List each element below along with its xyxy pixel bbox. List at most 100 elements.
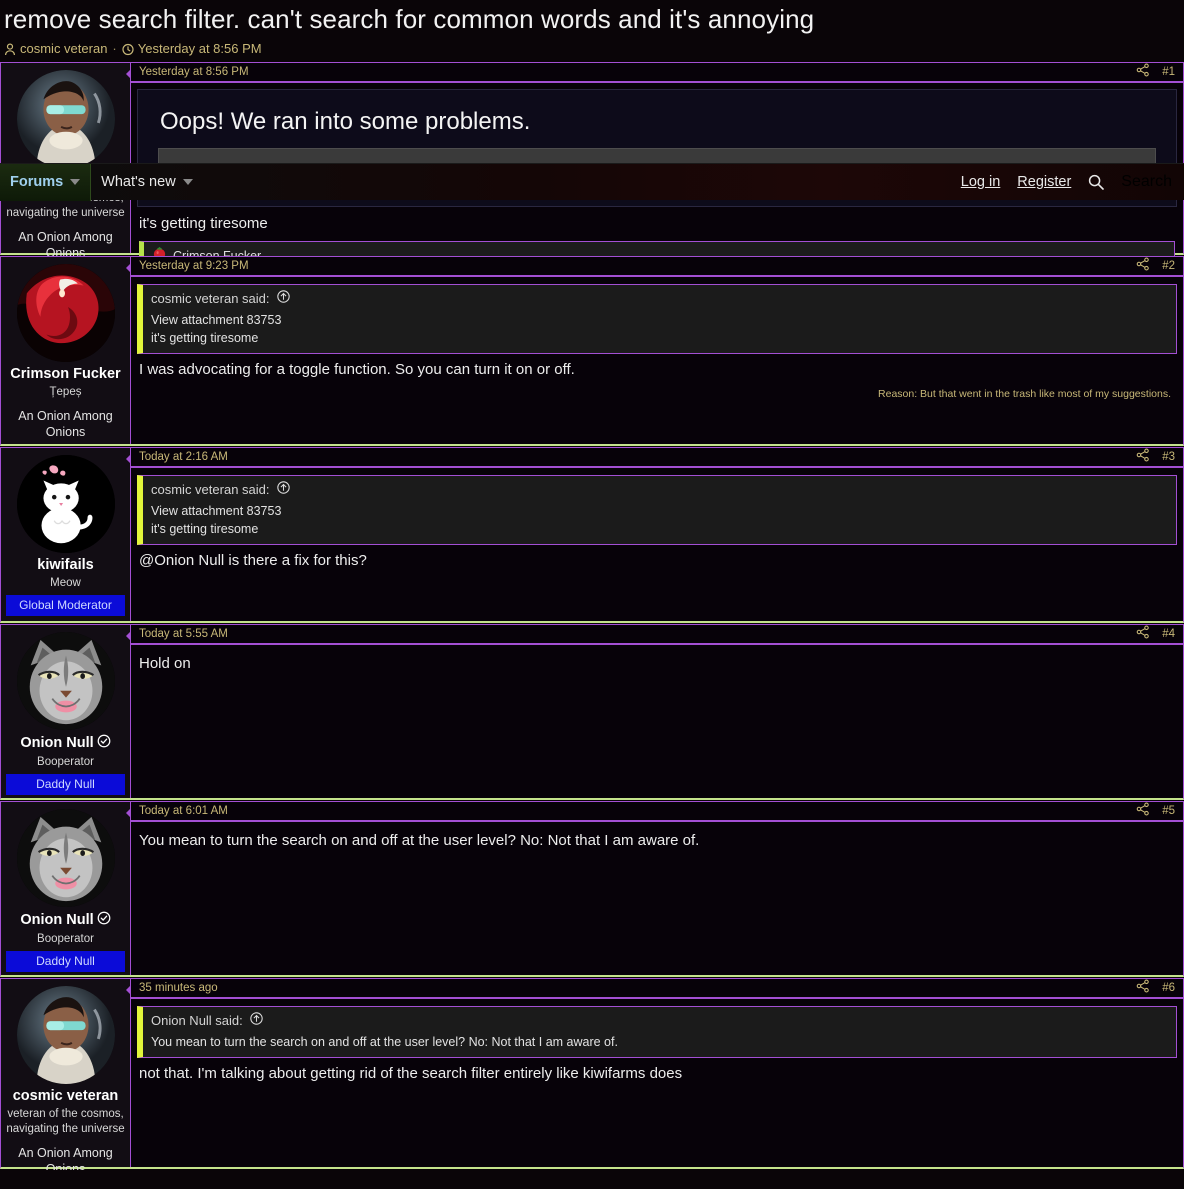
post-author-label: kiwifails: [37, 557, 94, 573]
post-pointer-caret: [126, 69, 131, 79]
avatar[interactable]: [16, 455, 115, 553]
post-body: Onion Null said: You mean to turn the se…: [131, 999, 1183, 1093]
post-text: not that. I'm talking about getting rid …: [139, 1065, 683, 1082]
post-author-title: Meow: [50, 577, 81, 589]
share-icon[interactable]: [1136, 625, 1150, 644]
thread-author[interactable]: cosmic veteran: [20, 40, 107, 58]
post-author-name[interactable]: Crimson Fucker: [5, 366, 126, 383]
post-number[interactable]: #1: [1162, 66, 1175, 78]
avatar[interactable]: [16, 809, 115, 907]
post-user-column: kiwifails Meow Global Moderator: [1, 448, 131, 621]
post-text: @Onion Null is there a fix for this?: [139, 552, 367, 569]
post-author-name[interactable]: cosmic veteran: [5, 1088, 126, 1105]
post-date[interactable]: Yesterday at 8:56 PM: [139, 65, 249, 79]
verified-badge-icon: [97, 911, 111, 930]
post-date[interactable]: Today at 5:55 AM: [139, 627, 228, 641]
post: cosmic veteran veteran of the cosmos, na…: [0, 978, 1184, 1170]
quote-block: cosmic veteran said: View attachment 837…: [137, 475, 1177, 545]
post-author-name[interactable]: Onion Null: [5, 734, 126, 753]
quote-body: You mean to turn the search on and off a…: [143, 1033, 1176, 1057]
post-author-label: Onion Null: [20, 912, 94, 928]
post-text: I was advocating for a toggle function. …: [139, 361, 575, 378]
post-author-name[interactable]: kiwifails: [5, 557, 126, 574]
share-icon[interactable]: [1136, 63, 1150, 82]
jump-to-quote-icon[interactable]: [250, 1012, 263, 1029]
post-user-column: Crimson Fucker Țepeș An Onion Among Onio…: [1, 257, 131, 444]
search-label: Search: [1121, 173, 1172, 190]
post-list: cosmic veteran veteran of the cosmos, na…: [0, 62, 1184, 1170]
post-body: You mean to turn the search on and off a…: [131, 822, 1183, 860]
post-main-column: Yesterday at 9:23 PM #2 cosmic veteran s…: [126, 257, 1183, 444]
post-main-column: Today at 5:55 AM #4 Hold on: [126, 625, 1183, 798]
post-number[interactable]: #5: [1162, 805, 1175, 817]
post-pointer-caret: [126, 454, 131, 464]
register-link[interactable]: Register: [1017, 174, 1071, 190]
post-user-column: Onion Null Booperator Daddy Null: [1, 625, 131, 798]
quote-line: it's getting tiresome: [151, 331, 259, 345]
jump-to-quote-icon[interactable]: [276, 481, 290, 498]
post-date[interactable]: Today at 6:01 AM: [139, 804, 228, 818]
post: Onion Null Booperator Daddy Null Today a…: [0, 624, 1184, 800]
share-icon[interactable]: [1136, 448, 1150, 467]
post-header: Yesterday at 9:23 PM #2: [131, 257, 1183, 277]
post-author-label: Crimson Fucker: [10, 366, 121, 382]
post-body: Hold on: [131, 645, 1183, 683]
quote-body: View attachment 83753 it's getting tireso…: [143, 502, 1176, 544]
post-author-banner: Global Moderator: [6, 595, 125, 616]
quote-line: View attachment 83753: [151, 504, 282, 518]
quote-author[interactable]: cosmic veteran said:: [151, 481, 270, 498]
jump-to-quote-icon[interactable]: [276, 290, 290, 307]
post-author-banner: An Onion Among Onions: [18, 409, 113, 439]
quote-author[interactable]: cosmic veteran said:: [151, 290, 270, 307]
post-number[interactable]: #2: [1162, 260, 1175, 272]
post-text: Hold on: [139, 655, 191, 672]
post: cosmic veteran veteran of the cosmos, na…: [0, 62, 1184, 271]
chevron-down-icon[interactable]: [182, 179, 193, 185]
login-link[interactable]: Log in: [961, 174, 1001, 190]
search-button[interactable]: [1088, 174, 1105, 190]
edit-reason: Reason: But that went in the trash like …: [878, 388, 1171, 400]
avatar[interactable]: [16, 986, 115, 1084]
chevron-down-icon[interactable]: [70, 179, 81, 185]
share-icon[interactable]: [1136, 979, 1150, 998]
clock-icon: [122, 43, 134, 56]
avatar[interactable]: [16, 632, 115, 730]
nav-secondary-items: Log in Register Search: [961, 173, 1184, 191]
avatar[interactable]: [16, 264, 115, 362]
share-icon[interactable]: [1136, 257, 1150, 276]
post-header: Today at 2:16 AM #3: [131, 448, 1183, 468]
avatar[interactable]: [16, 70, 115, 168]
post-pointer-caret: [126, 808, 131, 818]
post-date[interactable]: Yesterday at 9:23 PM: [139, 259, 249, 273]
quote-line: You mean to turn the search on and off a…: [151, 1035, 618, 1049]
nav-item-forums[interactable]: Forums: [0, 163, 92, 201]
post-number[interactable]: #6: [1162, 982, 1175, 994]
quote-block: cosmic veteran said: View attachment 837…: [137, 284, 1177, 354]
post-author-banner: An Onion Among Onions: [18, 1146, 113, 1170]
post: kiwifails Meow Global Moderator Today at…: [0, 447, 1184, 623]
post-author-title: Booperator: [37, 933, 94, 945]
quote-header: cosmic veteran said:: [143, 476, 1176, 502]
post-header: Yesterday at 8:56 PM #1: [131, 63, 1183, 83]
search-icon: [1088, 174, 1105, 190]
post-pointer-caret: [126, 985, 131, 995]
thread-header: remove search filter. can't search for c…: [0, 0, 1184, 62]
post-text: it's getting tiresome: [139, 215, 268, 232]
post-main-column: Yesterday at 8:56 PM #1 Oops! We ran int…: [126, 63, 1183, 271]
share-icon[interactable]: [1136, 802, 1150, 821]
post-author-name[interactable]: Onion Null: [5, 911, 126, 930]
post-date[interactable]: Today at 2:16 AM: [139, 450, 228, 464]
post-number[interactable]: #4: [1162, 628, 1175, 640]
quote-body: View attachment 83753 it's getting tireso…: [143, 311, 1176, 353]
post-date[interactable]: 35 minutes ago: [139, 981, 218, 995]
post-text: You mean to turn the search on and off a…: [139, 832, 700, 849]
post-pointer-caret: [126, 263, 131, 273]
thread-date[interactable]: Yesterday at 8:56 PM: [138, 40, 262, 58]
post-author-title: veteran of the cosmos, navigating the un…: [6, 1108, 125, 1135]
post-author-banner: Daddy Null: [6, 774, 125, 795]
thread-byline: cosmic veteran · Yesterday at 8:56 PM: [4, 40, 1180, 62]
post-number[interactable]: #3: [1162, 451, 1175, 463]
nav-item-whats-new[interactable]: What's new: [91, 164, 203, 201]
quote-author[interactable]: Onion Null said:: [151, 1012, 243, 1029]
post-header: 35 minutes ago #6: [131, 979, 1183, 999]
